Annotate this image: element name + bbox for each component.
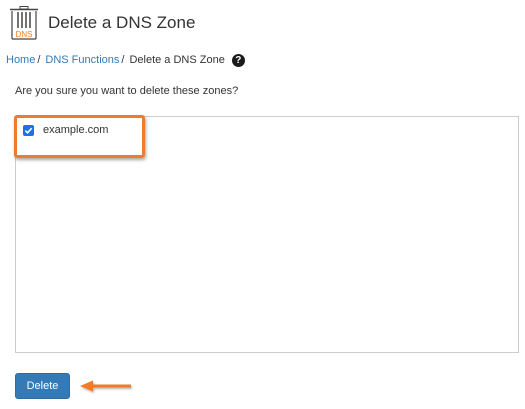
question-circle-icon[interactable]: ? <box>231 53 245 67</box>
page-title: Delete a DNS Zone <box>48 13 196 32</box>
breadcrumb-dns-functions-link[interactable]: DNS Functions <box>45 54 119 66</box>
breadcrumb-separator: / <box>37 54 41 66</box>
zone-item[interactable]: example.com <box>23 124 108 136</box>
delete-button[interactable]: Delete <box>15 373 70 399</box>
zone-label: example.com <box>43 124 109 136</box>
dns-trash-icon: DNS <box>10 6 38 40</box>
delete-prompt: Are you sure you want to delete these zo… <box>15 85 239 97</box>
zone-checkbox[interactable] <box>23 124 34 136</box>
breadcrumb-current: Delete a DNS Zone <box>129 54 225 66</box>
checkmark-icon <box>24 127 33 134</box>
page: DNS Delete a DNS Zone Home / DNS Functio… <box>0 0 525 409</box>
breadcrumb: Home / DNS Functions / Delete a DNS Zone… <box>6 52 245 68</box>
logo-text: DNS <box>16 30 33 39</box>
breadcrumb-separator: / <box>121 54 125 66</box>
page-header: DNS Delete a DNS Zone <box>9 6 195 40</box>
breadcrumb-home-link[interactable]: Home <box>6 54 35 66</box>
arrow-left-icon <box>80 380 131 392</box>
zone-list[interactable]: example.com <box>15 116 519 353</box>
